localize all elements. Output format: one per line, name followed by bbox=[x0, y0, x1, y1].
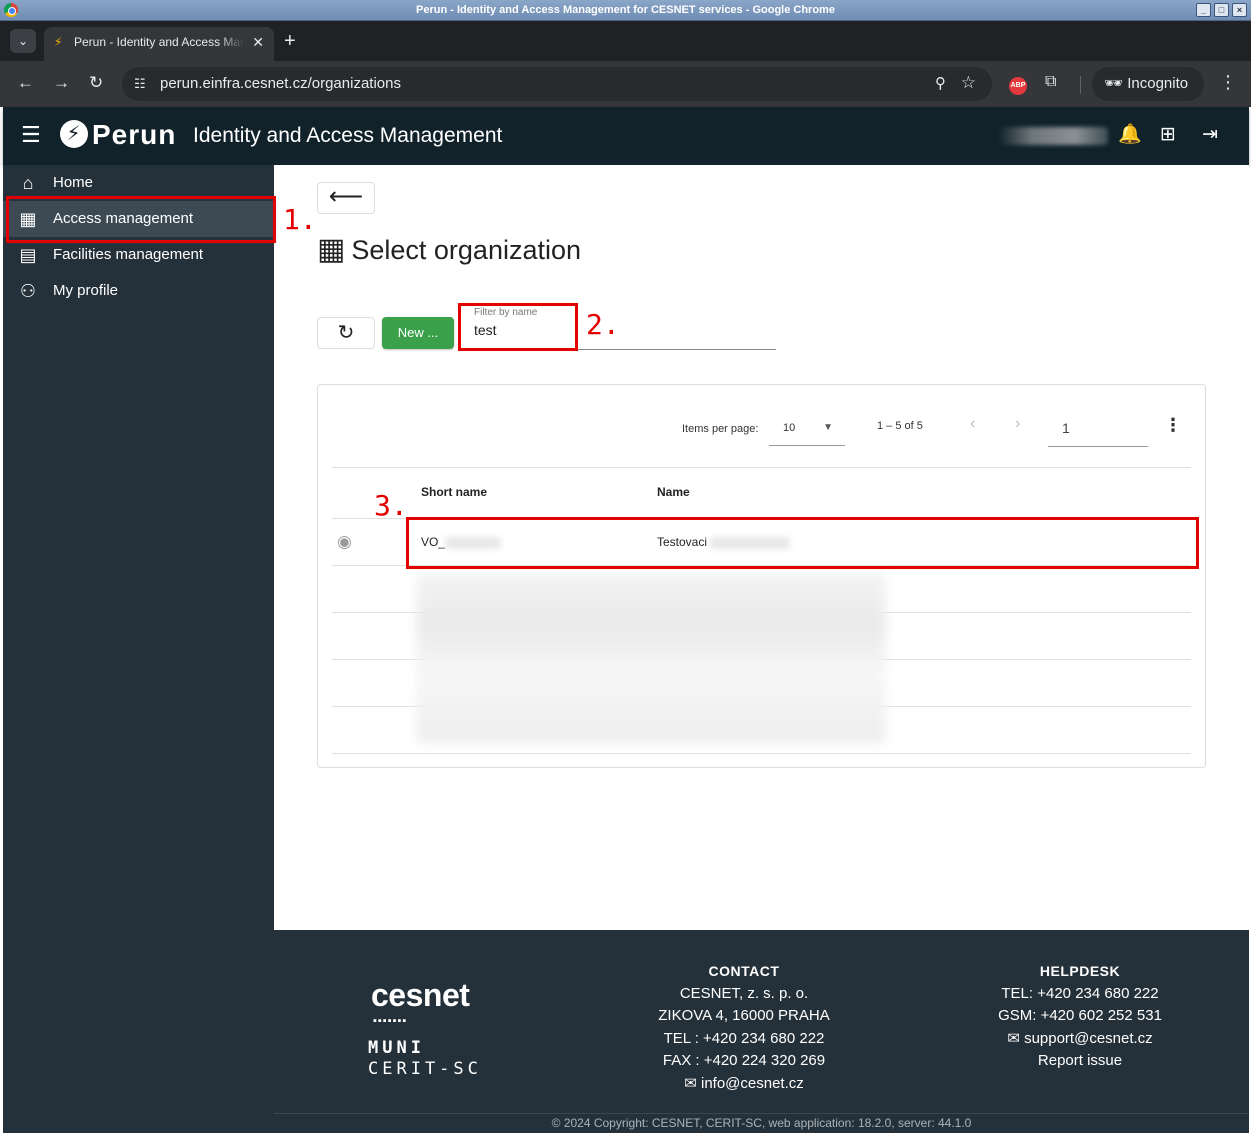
back-button[interactable]: ⟵ bbox=[317, 182, 375, 214]
tab-search-button[interactable]: ⌄ bbox=[10, 29, 36, 53]
page-number-input[interactable]: 1 bbox=[1048, 413, 1148, 447]
new-tab-button[interactable]: + bbox=[284, 29, 296, 53]
table-options-menu-icon[interactable]: ⋮ bbox=[1164, 415, 1182, 436]
report-issue-link[interactable]: Report issue bbox=[980, 1050, 1180, 1073]
table-header: Short name Name bbox=[332, 467, 1191, 519]
sidebar-item-label: Home bbox=[53, 174, 94, 191]
eye-icon[interactable]: ◉ bbox=[337, 532, 352, 552]
tab-bar: ⌄ ⚡ Perun - Identity and Access Manageme… bbox=[0, 21, 1251, 61]
perun-logo[interactable]: ⚡ Perun bbox=[60, 120, 176, 150]
address-bar[interactable]: ☷ perun.einfra.cesnet.cz/organizations ⚲… bbox=[122, 67, 992, 101]
bookmark-star-icon[interactable]: ☆ bbox=[961, 73, 976, 93]
app-title: Identity and Access Management bbox=[193, 124, 503, 147]
notification-bell-icon[interactable]: 🔔 bbox=[1118, 123, 1142, 147]
chrome-icon bbox=[4, 3, 18, 17]
tab-title: Perun - Identity and Access Management f… bbox=[74, 35, 244, 49]
envelope-icon: ✉ bbox=[1007, 1029, 1020, 1047]
app-grid-icon[interactable]: ⊞ bbox=[1160, 123, 1176, 147]
browser-tab[interactable]: ⚡ Perun - Identity and Access Management… bbox=[44, 27, 274, 61]
window-controls: _ □ × bbox=[1196, 3, 1247, 17]
tab-close-icon[interactable]: ✕ bbox=[252, 27, 264, 57]
helpdesk-heading: HELPDESK bbox=[1039, 963, 1121, 979]
perun-favicon-icon: ⚡ bbox=[54, 35, 63, 49]
envelope-icon: ✉ bbox=[684, 1074, 697, 1092]
app-header: ☰ ⚡ Perun Identity and Access Management … bbox=[3, 107, 1249, 165]
window-title: Perun - Identity and Access Management f… bbox=[416, 4, 835, 16]
sidebar-item-my-profile[interactable]: ⚇ My profile bbox=[3, 273, 274, 309]
perun-bolt-icon: ⚡ bbox=[60, 120, 88, 148]
contact-line: TEL : +420 234 680 222 bbox=[663, 1029, 825, 1047]
footer: cesnet ▪▪▪▪▪▪▪ MUNI CERIT-SC CONTACT CES… bbox=[274, 930, 1249, 1133]
hamburger-menu-icon[interactable]: ☰ bbox=[21, 123, 41, 147]
sidebar-item-label: My profile bbox=[53, 282, 119, 299]
annotation-box-1 bbox=[6, 196, 276, 243]
footer-helpdesk: HELPDESK TEL: +420 234 680 222 GSM: +420… bbox=[980, 960, 1180, 1073]
refresh-icon: ↻ bbox=[337, 322, 355, 344]
back-arrow-icon[interactable]: ← bbox=[17, 73, 34, 93]
annotation-box-3 bbox=[406, 517, 1199, 569]
range-label: 1 – 5 of 5 bbox=[877, 420, 923, 432]
sidebar: ⌂ Home ▦ Access management ▤ Facilities … bbox=[3, 165, 274, 1133]
caret-down-icon: ▼ bbox=[823, 422, 833, 433]
logout-icon[interactable]: ⇥ bbox=[1202, 123, 1218, 147]
copyright: © 2024 Copyright: CESNET, CERIT-SC, web … bbox=[274, 1113, 1249, 1133]
perun-logo-text: Perun bbox=[92, 119, 177, 150]
cesnet-logo[interactable]: cesnet bbox=[371, 978, 470, 1012]
page-title: ▦ Select organization bbox=[317, 232, 581, 268]
person-icon: ⚇ bbox=[19, 281, 37, 301]
annotation-label-1: 1. bbox=[283, 203, 317, 236]
cerit-logo[interactable]: CERIT-SC bbox=[368, 1058, 482, 1080]
contact-line: CESNET, z. s. p. o. bbox=[679, 984, 809, 1002]
refresh-button[interactable]: ↻ bbox=[317, 317, 375, 349]
items-per-page-select[interactable]: 10 ▼ bbox=[769, 413, 845, 446]
paginator: Items per page: 10 ▼ 1 – 5 of 5 ‹ › 1 ⋮ bbox=[318, 385, 1205, 467]
site-settings-icon[interactable]: ☷ bbox=[134, 76, 146, 92]
page-title-text: Select organization bbox=[351, 235, 582, 265]
helpdesk-tel: TEL: +420 234 680 222 bbox=[1001, 984, 1159, 1002]
chevron-down-icon: ⌄ bbox=[17, 34, 29, 48]
organizations-table-card: Items per page: 10 ▼ 1 – 5 of 5 ‹ › 1 ⋮ … bbox=[317, 384, 1206, 768]
arrow-left-icon: ⟵ bbox=[328, 183, 364, 210]
annotation-label-3: 3. bbox=[374, 489, 408, 522]
column-header-short-name[interactable]: Short name bbox=[421, 485, 487, 499]
annotation-box-2 bbox=[458, 303, 578, 351]
incognito-indicator[interactable]: 🕶 Incognito bbox=[1092, 67, 1204, 101]
items-per-page-value: 10 bbox=[783, 422, 796, 434]
helpdesk-email-link[interactable]: ✉ support@cesnet.cz bbox=[980, 1028, 1180, 1051]
footer-contact: CONTACT CESNET, z. s. p. o. ZIKOVA 4, 16… bbox=[644, 960, 844, 1096]
building-icon: ▦ bbox=[317, 233, 346, 266]
url-text[interactable]: perun.einfra.cesnet.cz/organizations bbox=[160, 75, 401, 92]
contact-heading: CONTACT bbox=[708, 963, 780, 979]
column-header-name[interactable]: Name bbox=[657, 485, 690, 499]
previous-page-icon[interactable]: ‹ bbox=[970, 415, 975, 433]
browser-toolbar: ← → ↻ ☷ perun.einfra.cesnet.cz/organizat… bbox=[0, 61, 1251, 107]
extensions-puzzle-icon[interactable]: ⧉ bbox=[1045, 73, 1056, 91]
annotation-label-2: 2. bbox=[586, 308, 620, 341]
window-titlebar: Perun - Identity and Access Management f… bbox=[0, 0, 1251, 21]
muni-logo[interactable]: MUNI bbox=[368, 1038, 425, 1058]
helpdesk-gsm: GSM: +420 602 252 531 bbox=[998, 1007, 1162, 1025]
contact-line: FAX : +420 224 320 269 bbox=[662, 1052, 826, 1070]
cesnet-logo-dots: ▪▪▪▪▪▪▪ bbox=[373, 1015, 408, 1027]
maximize-button[interactable]: □ bbox=[1214, 3, 1229, 17]
adblock-extension-icon[interactable]: ABP bbox=[1009, 77, 1027, 95]
minimize-button[interactable]: _ bbox=[1196, 3, 1211, 17]
forward-arrow-icon[interactable]: → bbox=[53, 73, 70, 93]
incognito-label: Incognito bbox=[1127, 75, 1189, 92]
close-window-button[interactable]: × bbox=[1232, 3, 1247, 17]
contact-email-link[interactable]: ✉ info@cesnet.cz bbox=[644, 1073, 844, 1096]
incognito-icon: 🕶 bbox=[1104, 75, 1124, 92]
reload-icon[interactable]: ↻ bbox=[89, 73, 103, 93]
items-per-page-label: Items per page: bbox=[682, 423, 759, 435]
toolbar-divider bbox=[1080, 76, 1081, 94]
sidebar-item-label: Facilities management bbox=[53, 246, 204, 263]
browser-menu-icon[interactable]: ⋮ bbox=[1219, 72, 1237, 93]
redacted-rows bbox=[416, 573, 886, 743]
zoom-icon[interactable]: ⚲ bbox=[935, 74, 946, 92]
new-organization-button[interactable]: New ... bbox=[382, 317, 454, 349]
next-page-icon[interactable]: › bbox=[1015, 415, 1020, 433]
user-name-redacted bbox=[998, 127, 1108, 145]
contact-line: ZIKOVA 4, 16000 PRAHA bbox=[658, 1007, 830, 1025]
